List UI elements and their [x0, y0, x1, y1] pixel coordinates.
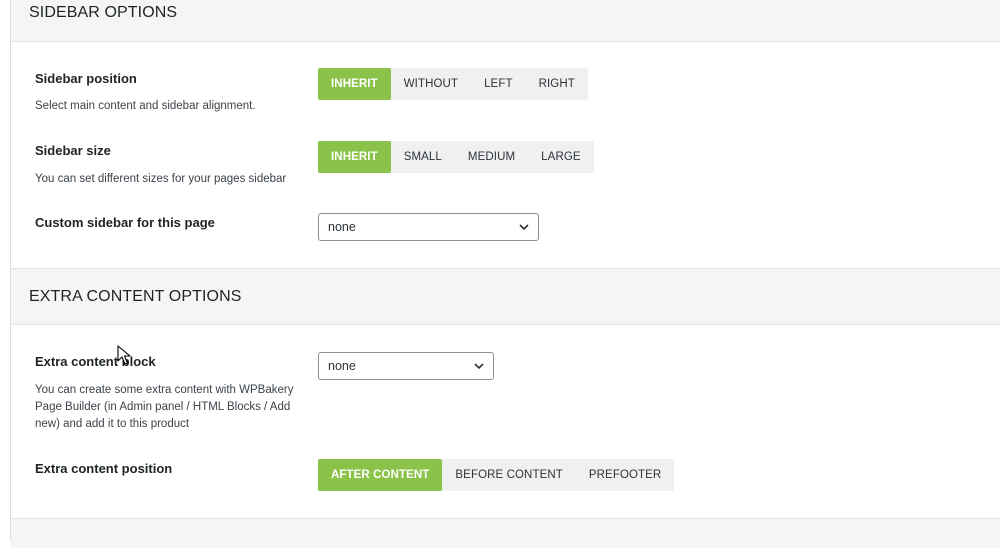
sidebar-position-option-inherit[interactable]: INHERIT [318, 68, 391, 100]
sidebar-size-option-inherit[interactable]: INHERIT [318, 141, 391, 173]
custom-sidebar-select-value: none [328, 220, 356, 234]
mouse-cursor-icon [117, 345, 131, 365]
section-title-extra-content-options: EXTRA CONTENT OPTIONS [29, 288, 242, 305]
sidebar-options-header: SIDEBAR OPTIONS [11, 0, 1000, 42]
extra-content-options-header: EXTRA CONTENT OPTIONS [11, 268, 1000, 325]
sidebar-size-option-medium[interactable]: MEDIUM [455, 141, 528, 173]
extra-content-block-select-value: none [328, 359, 356, 373]
sidebar-position-label: Sidebar position [35, 71, 137, 86]
chevron-down-icon [474, 363, 484, 370]
extra-content-position-label: Extra content position [35, 461, 173, 476]
description-line: new) and add it to this product [35, 418, 190, 430]
section-title-sidebar-options: SIDEBAR OPTIONS [29, 4, 178, 21]
extra-content-block-description: You can create some extra content with W… [35, 382, 315, 433]
extra-position-option-before-content[interactable]: BEFORE CONTENT [442, 459, 575, 491]
next-section-header [11, 518, 1000, 548]
extra-content-block-label: Extra content block [35, 354, 156, 369]
options-panel: SIDEBAR OPTIONS Sidebar position Select … [10, 0, 1000, 548]
sidebar-size-description: You can set different sizes for your pag… [35, 173, 287, 185]
chevron-down-icon [519, 224, 529, 231]
custom-sidebar-select[interactable]: none [318, 213, 539, 241]
sidebar-position-option-right[interactable]: RIGHT [526, 68, 588, 100]
sidebar-size-option-small[interactable]: SMALL [391, 141, 455, 173]
custom-sidebar-label: Custom sidebar for this page [35, 215, 215, 230]
sidebar-position-option-without[interactable]: WITHOUT [391, 68, 471, 100]
sidebar-size-toggle: INHERIT SMALL MEDIUM LARGE [318, 141, 594, 173]
sidebar-size-label: Sidebar size [35, 143, 111, 158]
sidebar-size-option-large[interactable]: LARGE [528, 141, 594, 173]
sidebar-position-toggle: INHERIT WITHOUT LEFT RIGHT [318, 68, 588, 100]
sidebar-position-option-left[interactable]: LEFT [471, 68, 526, 100]
sidebar-position-description: Select main content and sidebar alignmen… [35, 100, 256, 112]
description-line: Page Builder (in Admin panel / HTML Bloc… [35, 401, 291, 413]
extra-position-option-prefooter[interactable]: PREFOOTER [576, 459, 674, 491]
extra-position-option-after-content[interactable]: AFTER CONTENT [318, 459, 443, 491]
extra-content-position-toggle: AFTER CONTENT BEFORE CONTENT PREFOOTER [318, 459, 675, 491]
description-line: You can create some extra content with W… [35, 384, 294, 396]
extra-content-block-select[interactable]: none [318, 352, 494, 380]
